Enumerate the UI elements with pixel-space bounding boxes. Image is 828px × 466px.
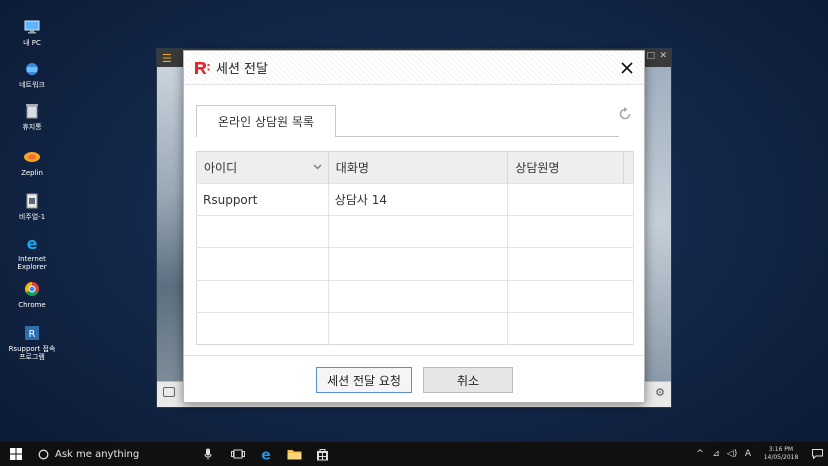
computer-icon [23,18,41,36]
cell-id [196,311,329,345]
table-row[interactable] [196,215,634,248]
cell-nickname [328,279,509,313]
cell-id [196,247,329,281]
file-icon [23,192,41,210]
desktop-icon-my-pc[interactable]: 내 PC [8,18,56,47]
refresh-button[interactable] [616,105,634,123]
desktop-icon-label: 휴지통 [22,123,42,131]
svg-text:e: e [261,448,271,462]
cell-nickname [328,311,509,345]
cell-nickname: 상담사 14 [328,182,509,216]
close-icon[interactable]: ✕ [659,51,667,61]
folder-icon [287,450,301,460]
cell-agent-name [507,215,634,248]
table-row[interactable]: Rsupport 상담사 14 [196,182,634,216]
cell-nickname [328,247,509,281]
start-button[interactable] [0,442,32,466]
cortana-search-box[interactable]: Ask me anything [32,442,224,466]
desktop-icon-label: Internet Explorer [17,255,47,271]
task-view-button[interactable] [224,442,252,466]
svg-text:R: R [29,329,36,340]
column-header-id[interactable]: 아이디 [196,151,329,184]
clock-date: 14/05/2018 [763,454,799,461]
file-explorer-button[interactable] [280,442,308,466]
cell-nickname [328,215,509,248]
table-row[interactable] [196,247,634,281]
desktop-icon-rsupport[interactable]: R Rsupport 접속프로그램 [8,324,56,361]
input-language-icon[interactable]: A [740,449,756,459]
chrome-icon [23,280,41,298]
cell-agent-name [507,311,634,345]
chat-icon[interactable] [163,387,175,397]
column-header-filler [623,151,634,184]
network-icon [23,60,41,78]
edge-icon: e [261,448,271,462]
cell-id [196,279,329,313]
network-status-icon[interactable]: ⊿ [708,449,724,459]
desktop-icon-recycle-bin[interactable]: 휴지통 [8,102,56,131]
dialog-header: 세션 전달 [184,51,644,85]
internet-explorer-icon: e [23,234,41,252]
desktop-icon-visual[interactable]: 비주얼-1 [8,192,56,221]
rsupport-app-icon: R [23,324,41,342]
cancel-button[interactable]: 취소 [423,367,513,393]
cell-agent-name [507,247,634,281]
table-header-row: 아이디 대화명 상담원명 [196,151,634,184]
agent-table: 아이디 대화명 상담원명 Rsupport 상담사 14 [196,151,634,345]
edge-button[interactable]: e [252,442,280,466]
action-center-icon[interactable] [806,449,828,459]
desktop-icon-chrome[interactable]: Chrome [8,280,56,309]
cell-id: Rsupport [196,182,329,216]
store-icon [316,448,328,460]
store-button[interactable] [308,442,336,466]
cell-id [196,215,329,248]
windows-taskbar: Ask me anything e ^ ⊿ ◁) A 3:16 PM 14/05… [0,442,828,466]
zeplin-icon [23,148,41,166]
close-icon [621,62,633,74]
remote-desktop-left [157,67,185,381]
desktop-icon-label: 네트워크 [19,81,45,89]
menu-icon[interactable]: ☰ [162,52,172,65]
cortana-icon [38,449,49,459]
column-header-agent-name[interactable]: 상담원명 [507,151,624,184]
desktop-icon-internet-explorer[interactable]: e Internet Explorer [8,234,56,271]
remote-desktop-right [643,67,671,381]
table-row[interactable] [196,279,634,313]
close-button[interactable] [616,57,638,79]
refresh-icon [619,107,631,120]
clock[interactable]: 3:16 PM 14/05/2018 [756,446,806,462]
task-view-icon [231,449,245,459]
desktop-icon-label: Zeplin [21,169,43,177]
footer-divider [184,355,644,356]
cell-agent-name [507,279,634,313]
microphone-icon[interactable] [204,448,212,460]
tab-strip: 온라인 상담원 목록 [196,105,619,137]
desktop-icon-label: Chrome [18,301,46,309]
desktop-icon-label: 비주얼-1 [18,213,46,221]
column-header-nickname[interactable]: 대화명 [328,151,509,184]
search-placeholder: Ask me anything [55,448,140,460]
tab-online-agents[interactable]: 온라인 상담원 목록 [196,105,336,137]
chevron-up-icon[interactable]: ^ [692,449,708,459]
dialog-title: 세션 전달 [216,62,268,77]
desktop-icon-label: Rsupport 접속프로그램 [8,345,56,361]
desktop-icon-zeplin[interactable]: Zeplin [8,148,56,177]
clock-time: 3:16 PM [768,446,794,453]
rsupport-logo-icon [194,61,210,75]
tab-label: 온라인 상담원 목록 [218,115,314,129]
chevron-down-icon [313,164,322,170]
maximize-icon[interactable]: □ [646,51,655,61]
cell-agent-name [507,182,634,216]
session-transfer-dialog: 세션 전달 온라인 상담원 목록 아이디 대화명 상담원명 Rsupport 상… [183,50,645,403]
request-transfer-button[interactable]: 세션 전달 요청 [316,367,412,393]
table-row[interactable] [196,311,634,345]
recycle-bin-icon [23,102,41,120]
desktop-icon-network[interactable]: 네트워크 [8,60,56,89]
desktop-icon-label: 내 PC [23,39,41,47]
svg-text:e: e [27,235,38,251]
windows-logo-icon [10,448,22,460]
volume-icon[interactable]: ◁) [724,449,740,459]
settings-icon[interactable]: ⚙ [655,386,665,399]
system-tray: ^ ⊿ ◁) A 3:16 PM 14/05/2018 [692,442,828,466]
